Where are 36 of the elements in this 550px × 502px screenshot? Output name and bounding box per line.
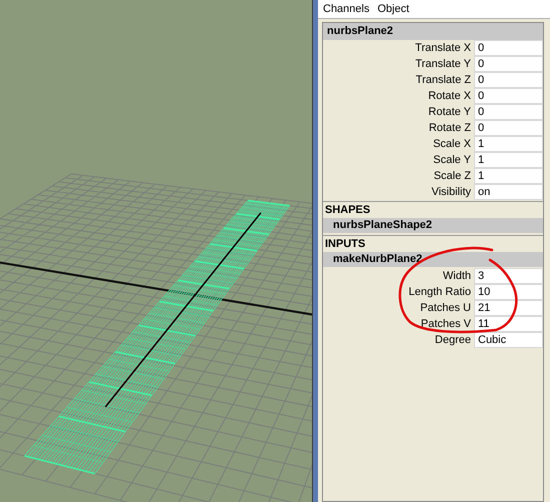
channel-value-field[interactable]: 1 — [474, 168, 543, 184]
shape-node-header[interactable]: nurbsPlaneShape2 — [323, 218, 543, 233]
channel-value-field[interactable]: 0 — [474, 104, 543, 120]
channel-value-field[interactable]: 21 — [474, 300, 543, 316]
channel-value-field[interactable]: 0 — [474, 72, 543, 88]
channel-value-field[interactable]: 1 — [474, 136, 543, 152]
channel-label[interactable]: Translate X — [323, 40, 474, 56]
channel-label[interactable]: Degree — [323, 332, 474, 348]
channel-value-field[interactable]: 3 — [474, 268, 543, 284]
channel-label[interactable]: Rotate Z — [323, 120, 474, 136]
channel-label[interactable]: Rotate X — [323, 88, 474, 104]
channel-label[interactable]: Scale Z — [323, 168, 474, 184]
input-node-header[interactable]: makeNurbPlane2 — [323, 252, 543, 267]
channel-value-field[interactable]: 0 — [474, 120, 543, 136]
channel-value-field[interactable]: 10 — [474, 284, 543, 300]
channel-value-field[interactable]: 11 — [474, 316, 543, 332]
channel-label[interactable]: Visibility — [323, 184, 474, 200]
channel-label[interactable]: Rotate Y — [323, 104, 474, 120]
channel-value-field[interactable]: on — [474, 184, 543, 200]
menu-item[interactable]: Object — [377, 3, 410, 15]
channel-value-field[interactable]: Cubic — [474, 332, 543, 348]
channel-value-field[interactable]: 0 — [474, 40, 543, 56]
channel-value-field[interactable]: 0 — [474, 56, 543, 72]
channel-label[interactable]: Translate Y — [323, 56, 474, 72]
channel-value-field[interactable]: 1 — [474, 152, 543, 168]
channel-label[interactable]: Length Ratio — [323, 284, 474, 300]
channel-label[interactable]: Translate Z — [323, 72, 474, 88]
channel-label[interactable]: Scale X — [323, 136, 474, 152]
menu-item[interactable]: Channels — [323, 3, 370, 15]
channel-label[interactable]: Scale Y — [323, 152, 474, 168]
channel-label[interactable]: Patches V — [323, 316, 474, 332]
channel-label[interactable]: Patches U — [323, 300, 474, 316]
plane-mesh-drawing[interactable] — [24, 200, 290, 474]
channel-value-field[interactable]: 0 — [474, 88, 543, 104]
node-header[interactable]: nurbsPlane2 — [323, 23, 543, 40]
channel-label[interactable]: Width — [323, 268, 474, 284]
